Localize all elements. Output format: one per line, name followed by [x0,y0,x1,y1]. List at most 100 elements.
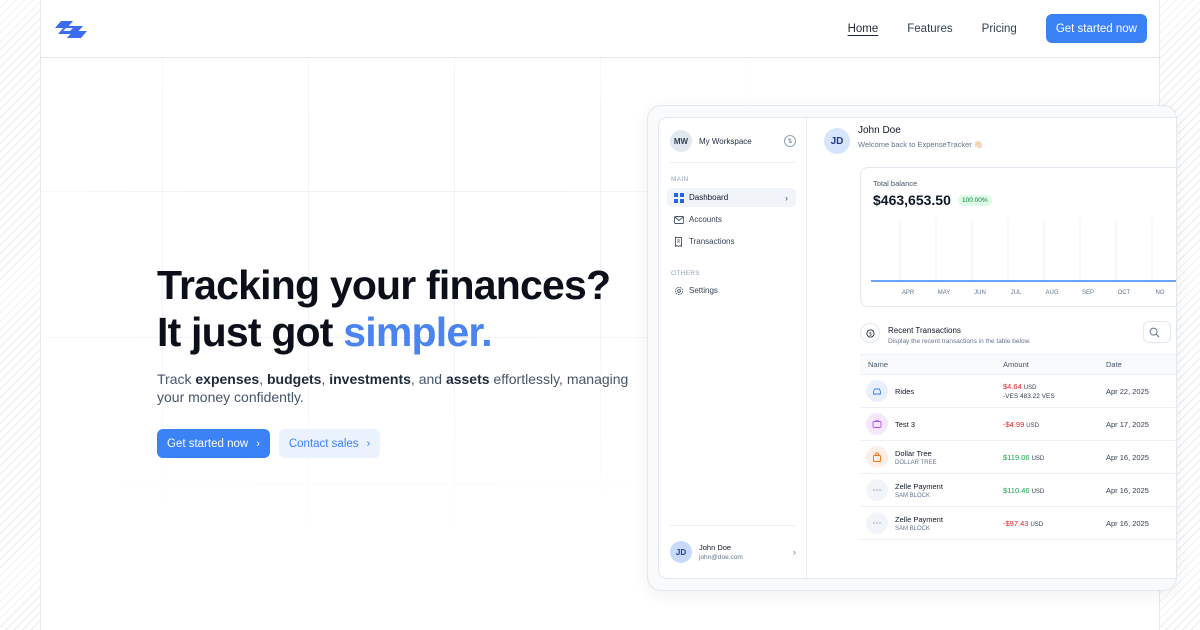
sidebar-item-settings[interactable]: Settings [667,281,796,300]
sidebar-divider [669,525,796,526]
recent-transactions-title: Recent Transactions [888,326,961,335]
transaction-currency: USD [1026,422,1039,429]
transaction-amount: $4.64 [1003,382,1022,391]
more-dots-icon [866,479,888,501]
transaction-merchant: SAM BLOCK [895,525,931,532]
nav-link-pricing[interactable]: Pricing [982,23,1017,35]
balance-change-badge: 100.00% [958,195,992,206]
sidebar-divider [669,162,796,163]
table-row[interactable]: Dollar Tree DOLLAR TREE $119.06 USD Apr 1… [860,441,1176,474]
transaction-amount-cell: $110.46 USD [1003,486,1106,495]
transaction-name-cell: Rides [860,380,1003,402]
transaction-amount: -$4.99 [1003,419,1025,429]
transaction-amount-cell: -$97.43 USD [1003,519,1106,528]
hero-headline-accent: simpler. [343,309,492,355]
header-get-started-button[interactable]: Get started now [1045,14,1147,43]
clock-dollar-icon: $ [860,323,880,343]
shopping-bag-icon [866,446,888,468]
contact-sales-label: Contact sales [288,437,359,450]
table-row[interactable]: Rides $4.64 USD -VES 483.22 VES Apr 22, 2… [860,375,1176,408]
table-row[interactable]: Zelle Payment SAM BLOCK -$97.43 USD Apr 1… [860,507,1176,540]
hero-get-started-button[interactable]: Get started now › [157,429,270,458]
transaction-name-text: Rides [895,387,914,396]
total-balance-amount: $463,653.50 [873,192,951,208]
transaction-date: Apr 16, 2025 [1106,452,1149,462]
hero-get-started-label: Get started now [167,437,249,450]
transaction-currency: USD [1023,385,1037,391]
hero-sub-bold-investments: investments [329,371,411,387]
site-header: Home Features Pricing Get started now [41,0,1159,58]
x-tick-label: AUG [1045,290,1058,296]
transaction-name-text: Zelle Payment SAM BLOCK [895,515,943,532]
sidebar-section-others: OTHERS [671,270,700,277]
gear-icon [674,286,684,296]
mail-icon [674,215,684,225]
hero-section: Tracking your finances? It just got simp… [157,262,637,458]
hero-cta-row: Get started now › Contact sales › [157,429,637,458]
x-tick-label: MAY [938,290,951,296]
more-dots-icon [866,512,888,534]
user-greeting: JD John Doe Welcome back to ExpenseTrack… [824,125,983,154]
transaction-merchant: SAM BLOCK [895,492,931,499]
transaction-name-text: Dollar Tree DOLLAR TREE [895,449,937,466]
transaction-name-cell: Test 3 [860,413,1003,435]
workspace-switcher[interactable]: MW My Workspace ⇅ [670,130,796,152]
nav-link-features[interactable]: Features [907,23,952,35]
transaction-date: Apr 22, 2025 [1106,386,1149,396]
sidebar-user-email: john@doe.com [699,554,743,561]
brand-logo-icon[interactable] [53,17,91,41]
transaction-currency: USD [1031,488,1045,495]
transaction-name: Zelle Payment [895,481,943,491]
transactions-table: Name Amount Date Rides $4.64 USD -VES 483… [860,354,1176,540]
x-tick-label: OCT [1118,290,1131,296]
transaction-name: Rides [895,386,915,396]
workspace-name: My Workspace [699,136,752,146]
hero-subtitle: Track expenses, budgets, investments, an… [157,370,637,406]
hero-headline: Tracking your finances? It just got simp… [157,262,637,356]
workspace-avatar: MW [670,130,692,152]
column-header-name[interactable]: Name [860,360,1003,369]
left-hatched-gutter [0,0,41,630]
transaction-currency: USD [1031,455,1045,462]
x-tick-label: JUL [1011,290,1022,296]
chevron-right-icon: › [366,437,371,450]
table-body: Rides $4.64 USD -VES 483.22 VES Apr 22, 2… [860,375,1176,540]
transaction-amount-cell: -$4.99 USD [1003,420,1106,429]
table-row[interactable]: Test 3 -$4.99 USD Apr 17, 2025 [860,408,1176,441]
svg-text:$: $ [868,331,871,337]
transaction-name-cell: Zelle Payment SAM BLOCK [860,512,1003,534]
search-button[interactable] [1143,321,1171,343]
transaction-date: Apr 16, 2025 [1106,518,1149,528]
transaction-currency: USD [1030,521,1044,528]
sidebar-item-transactions[interactable]: Transactions [667,232,796,251]
car-icon [866,380,888,402]
hero-sub-bold-budgets: budgets [266,371,322,387]
chevron-right-icon: › [256,437,260,450]
transaction-amount: $119.06 [1003,452,1030,462]
avatar: JD [824,128,850,154]
table-row[interactable]: Zelle Payment SAM BLOCK $110.46 USD Apr 1… [860,474,1176,507]
column-header-date[interactable]: Date [1106,360,1176,369]
transaction-secondary-amount: -VES 483.22 VES [1003,393,1055,400]
total-balance-label: Total balance [873,179,918,188]
transaction-name-text: Zelle Payment SAM BLOCK [895,482,943,499]
sidebar-item-accounts[interactable]: Accounts [667,210,796,229]
sidebar-section-main: MAIN [671,176,689,183]
nav-link-home[interactable]: Home [848,23,879,35]
app-preview: MW My Workspace ⇅ MAIN Dashboard › Accou… [658,117,1176,579]
sidebar-item-label: Dashboard [689,193,729,202]
avatar: JD [670,541,692,563]
main-nav: Home Features Pricing Get started now [848,14,1159,43]
hero-sub-bold-assets: assets [445,371,490,387]
contact-sales-button[interactable]: Contact sales › [278,429,381,458]
transaction-name-cell: Dollar Tree DOLLAR TREE [860,446,1003,468]
sidebar-item-dashboard[interactable]: Dashboard › [667,188,796,207]
column-header-amount[interactable]: Amount [1003,360,1106,369]
transaction-amount-cell: $4.64 USD -VES 483.22 VES [1003,382,1106,400]
switch-icon[interactable]: ⇅ [784,135,796,147]
app-preview-frame: MW My Workspace ⇅ MAIN Dashboard › Accou… [647,105,1177,591]
transaction-amount: -$97.43 [1003,518,1029,528]
sidebar-user-name: John Doe [699,543,732,552]
sidebar-user-menu[interactable]: JD John Doe john@doe.com › [670,540,796,564]
transaction-name: Zelle Payment [895,514,943,524]
